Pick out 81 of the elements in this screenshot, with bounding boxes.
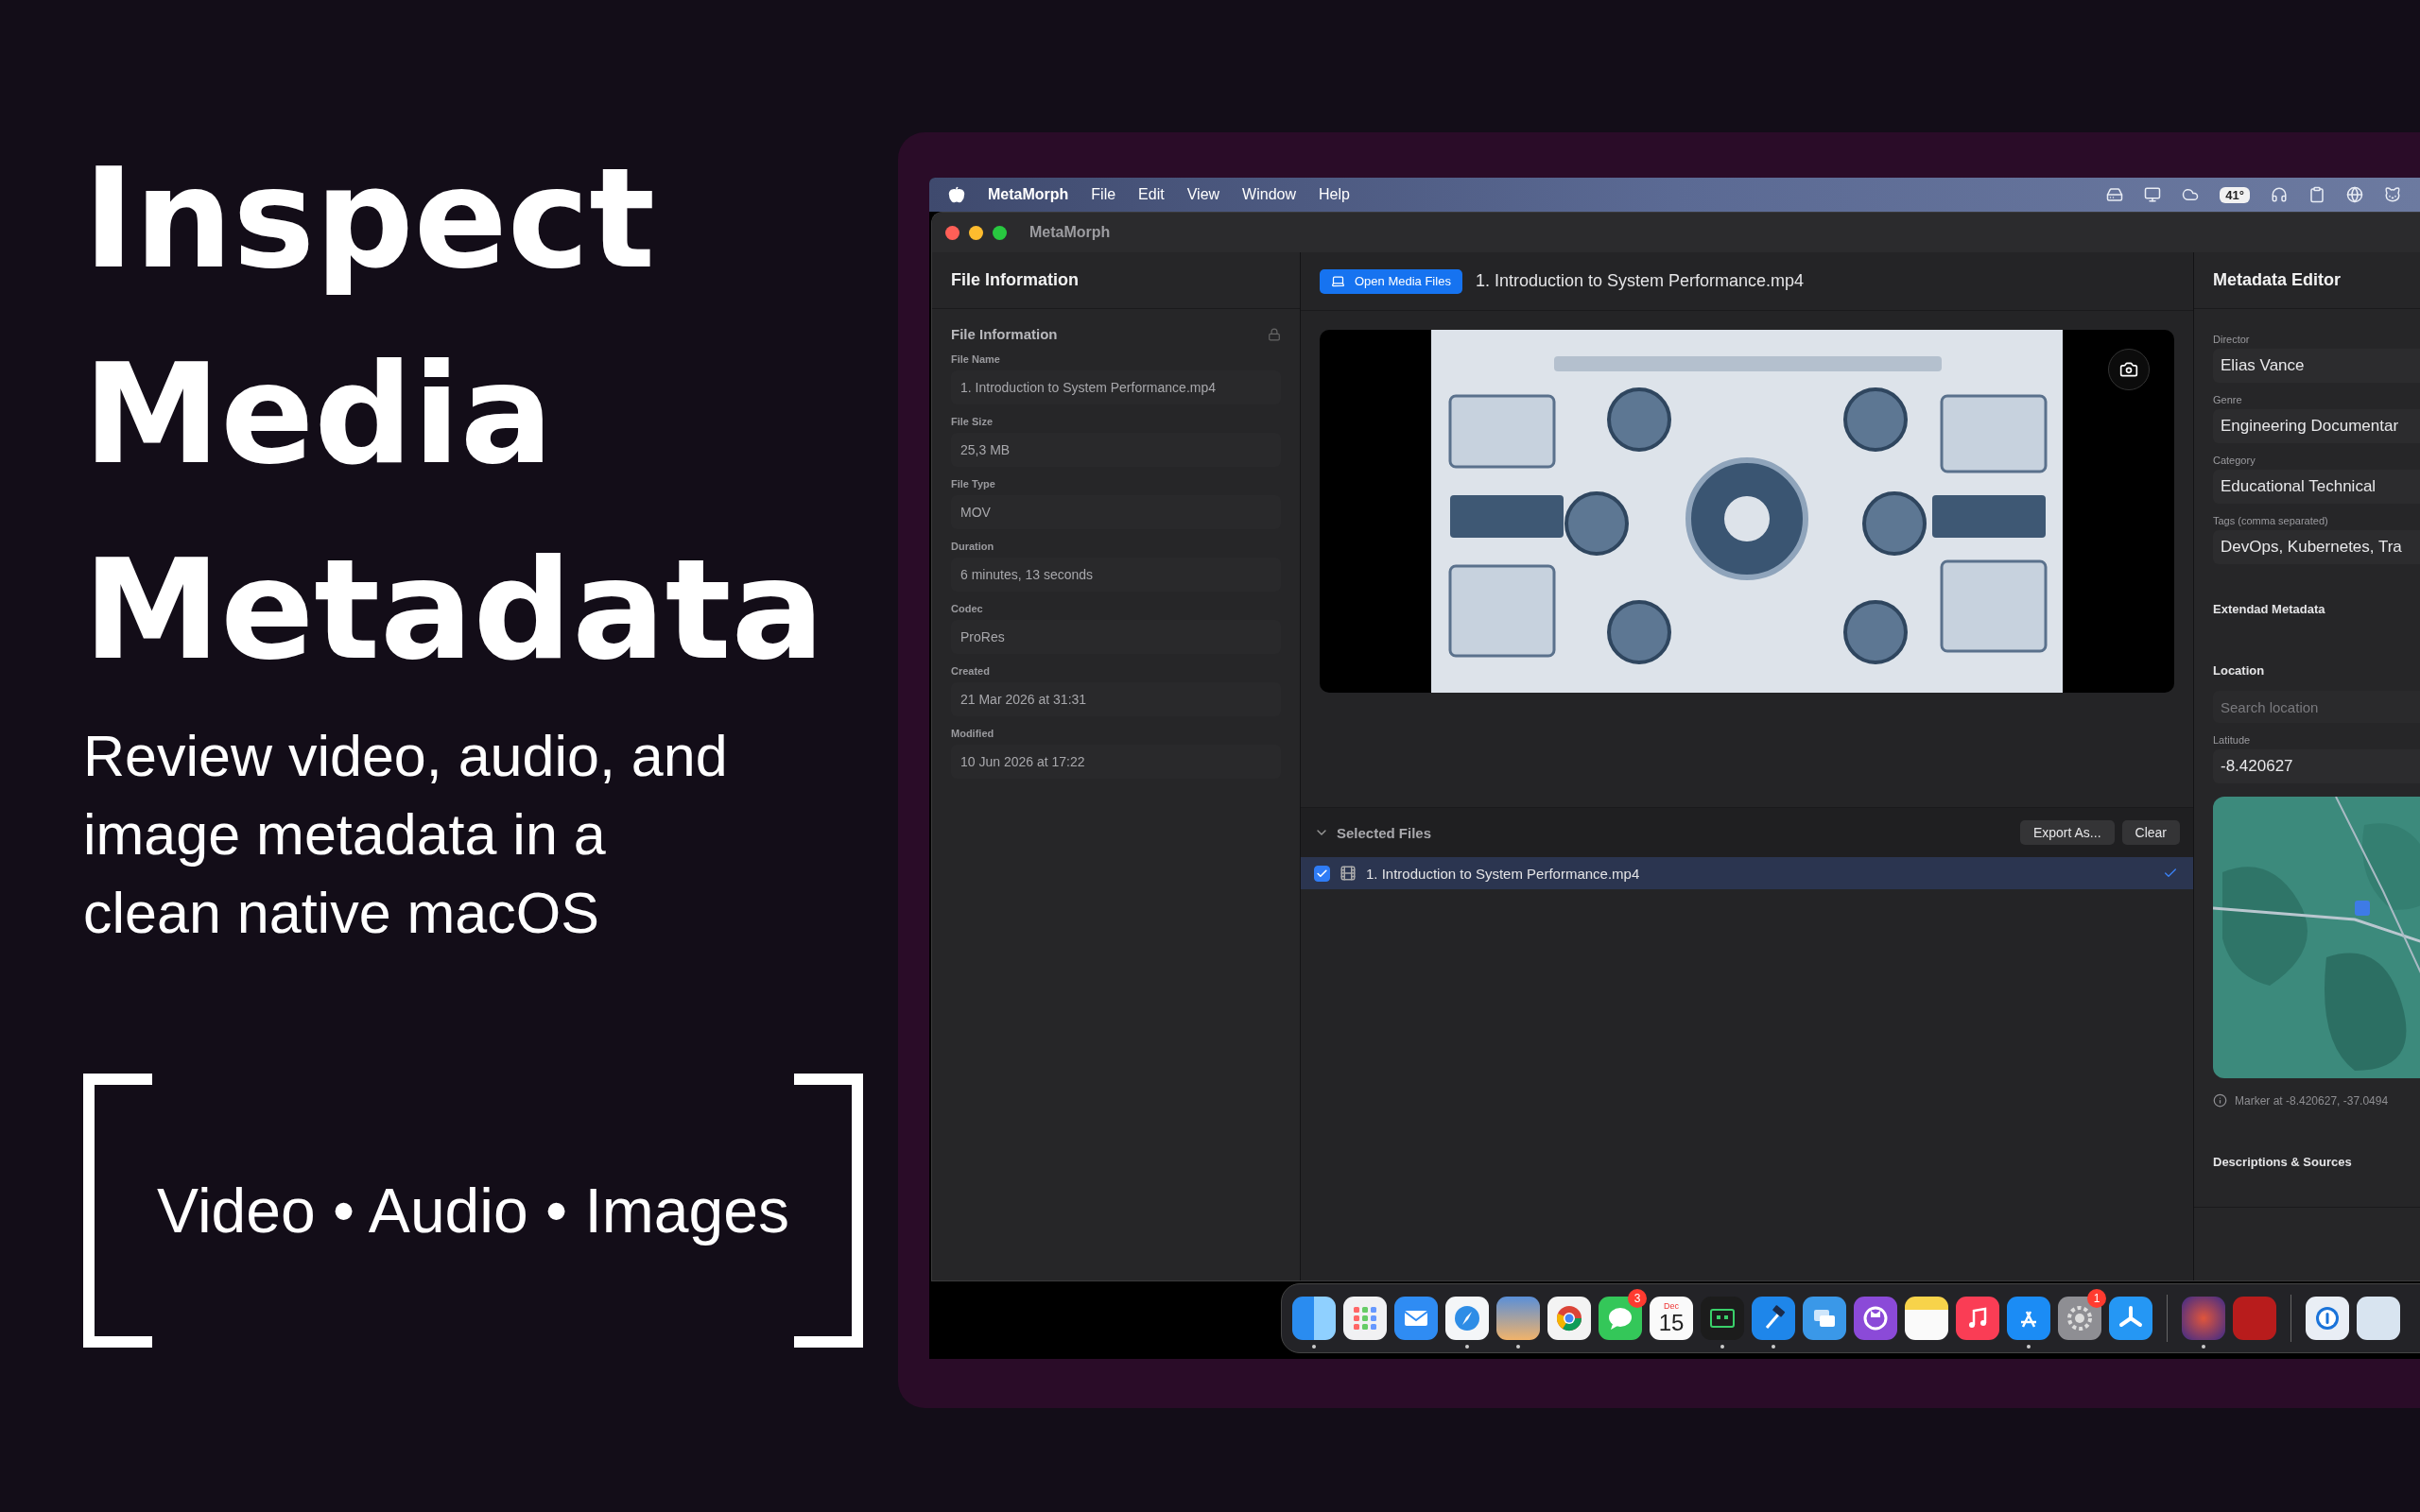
field-label: Genre xyxy=(2213,394,2243,405)
clear-button[interactable]: Clear xyxy=(2121,820,2180,845)
headline: Media xyxy=(83,333,555,496)
menu-item[interactable]: File xyxy=(1091,186,1116,203)
text-field[interactable]: DevOps, Kubernetes, Tra xyxy=(2213,530,2420,564)
calendar-icon[interactable]: Dec 15 xyxy=(1650,1297,1693,1340)
field-label: Duration xyxy=(951,541,995,552)
minimize-button[interactable] xyxy=(969,225,983,240)
field-label: Director xyxy=(2213,334,2251,345)
close-button[interactable] xyxy=(945,225,959,240)
section-title: Selected Files xyxy=(1337,824,1432,841)
zoom-button[interactable] xyxy=(993,225,1007,240)
laptop-icon xyxy=(1331,274,1345,288)
film-icon xyxy=(1340,865,1357,882)
file-row[interactable]: 1. Introduction to System Performance.mp4 xyxy=(1301,857,2193,889)
notification-badge: 3 xyxy=(1628,1289,1647,1308)
notification-badge: 1 xyxy=(2087,1289,2106,1308)
file-name: 1. Introduction to System Performance.mp4 xyxy=(1366,865,1640,882)
monitor-icon[interactable] xyxy=(2144,186,2162,203)
menu-item[interactable]: Help xyxy=(1319,186,1350,203)
field-label: Codec xyxy=(951,603,984,614)
orb-icon[interactable] xyxy=(2182,1297,2225,1340)
temperature-badge[interactable]: 41° xyxy=(2220,186,2250,203)
media-types: Video • Audio • Images xyxy=(156,1175,790,1247)
envelope-icon[interactable] xyxy=(1394,1297,1438,1340)
menu-item[interactable]: Window xyxy=(1242,186,1296,203)
info-icon xyxy=(2213,1093,2227,1108)
export-button[interactable]: Export As... xyxy=(2019,820,2115,845)
section-title: File Information xyxy=(951,326,1058,342)
text-field[interactable]: Elias Vance xyxy=(2213,349,2420,383)
windows-icon[interactable] xyxy=(1803,1297,1846,1340)
subtitle: Review video, audio, and image metadata in a clean native macOS xyxy=(83,723,729,947)
browser-icon[interactable] xyxy=(1547,1297,1591,1340)
headphones-icon[interactable] xyxy=(2271,186,2288,203)
search-field[interactable]: Search location xyxy=(2213,691,2420,723)
window-title: MetaMorph xyxy=(1029,224,1111,241)
menu-item[interactable]: Edit xyxy=(1138,186,1165,203)
menu-item[interactable]: View xyxy=(1186,186,1220,203)
lock-icon xyxy=(1268,327,1281,341)
apple-icon[interactable] xyxy=(948,186,965,203)
compass-icon[interactable] xyxy=(1445,1297,1489,1340)
camera-icon xyxy=(2119,360,2138,379)
terminal-icon[interactable] xyxy=(1701,1297,1744,1340)
camera-button[interactable] xyxy=(2108,349,2150,390)
text-field[interactable]: -8.420627 xyxy=(2213,749,2420,783)
field-label: Category xyxy=(2213,455,2256,466)
clipboard-icon[interactable] xyxy=(2308,186,2325,203)
app-store-icon[interactable] xyxy=(2007,1297,2050,1340)
panel-title: Metadata Editor xyxy=(2194,252,2420,309)
drive-icon[interactable] xyxy=(2106,186,2124,203)
cloud-icon[interactable] xyxy=(2182,186,2200,203)
headline: Inspect xyxy=(83,137,657,301)
file-title: 1. Introduction to System Performance.mp4 xyxy=(1475,271,1805,291)
hammer-icon[interactable] xyxy=(1752,1297,1795,1340)
field-label: File Type xyxy=(951,478,996,490)
propeller-icon[interactable] xyxy=(2109,1297,2152,1340)
text-field[interactable]: Engineering Documentar xyxy=(2213,409,2420,443)
field-label: Latitude xyxy=(2213,734,2252,746)
field-label: Modified xyxy=(951,728,995,739)
app-menu[interactable]: MetaMorph xyxy=(988,186,1069,203)
field-label: Tags (comma separated) xyxy=(2213,515,2329,526)
open-media-button[interactable]: Open Media Files xyxy=(1320,268,1462,294)
calendar-month: Dec xyxy=(1664,1301,1679,1311)
field-label: File Name xyxy=(951,353,1001,365)
grid-icon[interactable] xyxy=(1343,1297,1387,1340)
section-title: Descriptions & Sources xyxy=(2213,1155,2353,1169)
marker-text: Marker at -8.420627, -37.0494 xyxy=(2235,1093,2389,1108)
panel-title: File Information xyxy=(932,252,1300,309)
section-title: Location xyxy=(2213,663,2266,678)
keyhole-icon[interactable] xyxy=(2306,1297,2349,1340)
headline: Metadata xyxy=(83,528,825,692)
checkmark-icon xyxy=(1316,867,1328,880)
calendar-day: 15 xyxy=(1658,1311,1685,1335)
field-label: File Size xyxy=(951,416,994,427)
field-label: Created xyxy=(951,665,991,677)
notepad-icon[interactable] xyxy=(1905,1297,1948,1340)
text-field[interactable]: Educational Technical xyxy=(2213,470,2420,504)
music-note-icon[interactable] xyxy=(1956,1297,1999,1340)
checkbox[interactable] xyxy=(1314,865,1330,882)
section-title: Extendad Metadata xyxy=(2213,602,2326,616)
globe-icon[interactable] xyxy=(2346,186,2363,203)
